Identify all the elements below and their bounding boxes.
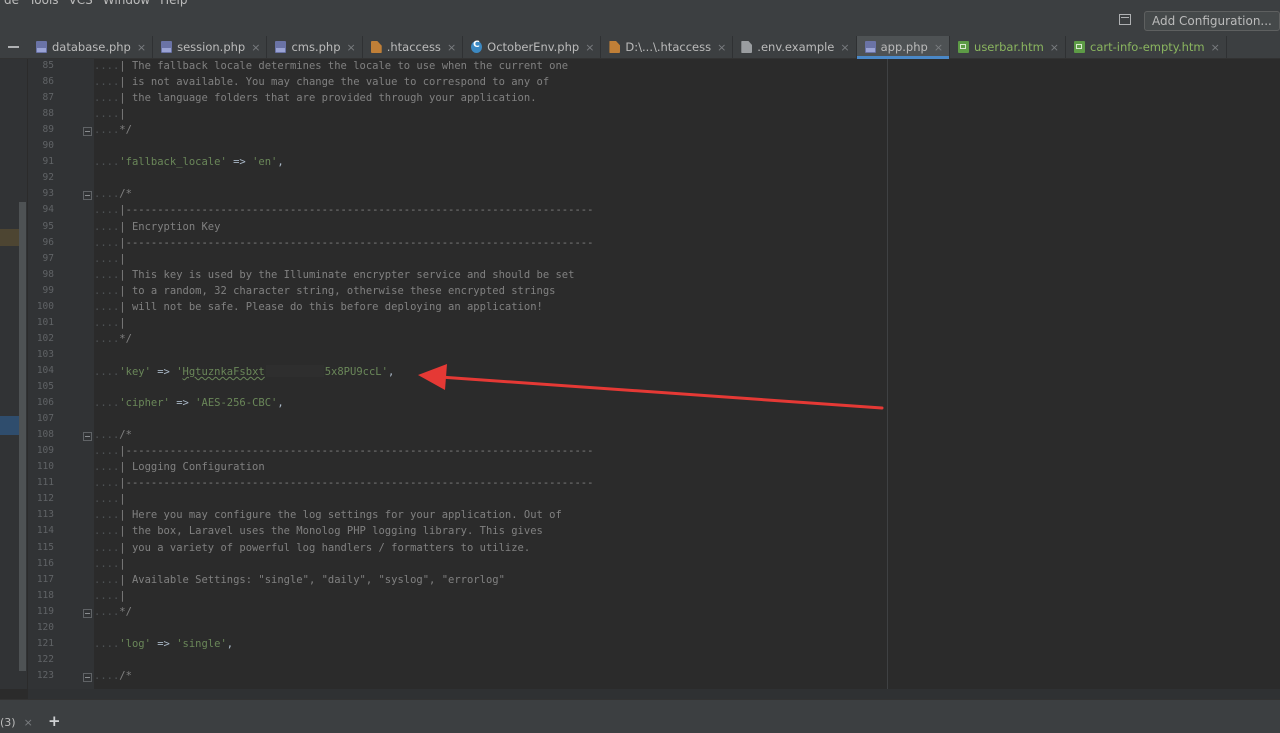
add-tab-icon[interactable]: + <box>48 713 61 729</box>
close-icon[interactable]: × <box>24 716 33 729</box>
bottom-tool-bar: (3) × + <box>0 699 1280 733</box>
horizontal-scrollbar[interactable] <box>28 689 1280 699</box>
bottom-tab-label: (3) <box>0 715 16 729</box>
annotation-arrow <box>418 364 884 410</box>
bottom-tab[interactable]: (3) × <box>0 712 33 732</box>
